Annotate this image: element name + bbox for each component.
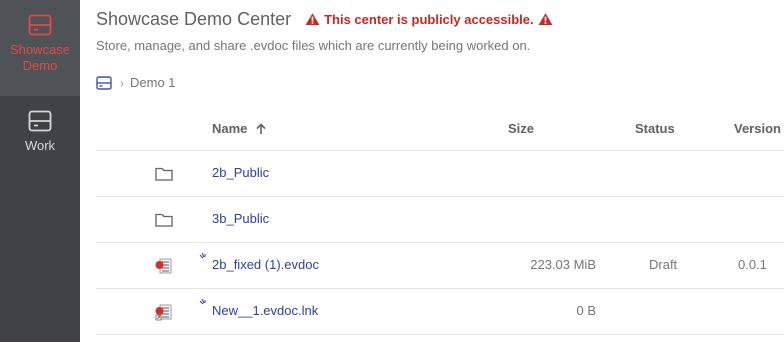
file-name-link[interactable]: New__1.evdoc.lnk	[212, 303, 318, 318]
breadcrumb: › Demo 1	[96, 75, 176, 90]
evdoc-file-icon	[155, 258, 172, 274]
column-header-name[interactable]: Name	[212, 121, 267, 136]
column-header-size[interactable]: Size	[508, 121, 534, 136]
file-name-link[interactable]: 2b_fixed (1).evdoc	[212, 257, 319, 272]
table-row[interactable]: New__1.evdoc.lnk 0 B	[96, 289, 784, 335]
folder-icon	[155, 213, 173, 227]
file-name-link[interactable]: 3b_Public	[212, 211, 269, 226]
sidebar-item-label: Work	[24, 138, 56, 153]
sync-spinner-icon	[199, 252, 206, 259]
arrow-up-icon	[256, 122, 266, 134]
sidebar: Showcase Demo Work	[0, 0, 80, 342]
server-icon	[0, 0, 80, 36]
chevron-right-icon: ›	[120, 75, 124, 90]
server-icon	[0, 100, 80, 132]
column-header-status[interactable]: Status	[635, 121, 675, 136]
file-size: 223.03 MiB	[530, 257, 596, 272]
file-name-link[interactable]: 2b_Public	[212, 165, 269, 180]
page-title: Showcase Demo Center	[96, 8, 292, 29]
sidebar-item-showcase-demo[interactable]: Showcase Demo	[0, 0, 80, 96]
column-header-version[interactable]: Version	[734, 121, 781, 136]
evdoc-link-icon	[155, 304, 172, 321]
page-header: Showcase Demo Center This center is publ…	[96, 8, 784, 53]
file-size: 0 B	[576, 303, 596, 318]
folder-icon	[155, 167, 173, 181]
public-warning: This center is publicly accessible.	[301, 12, 557, 27]
server-icon[interactable]	[96, 75, 112, 90]
title-row: Showcase Demo Center This center is publ…	[96, 8, 784, 30]
table-header: Name Size Status Version	[96, 106, 784, 151]
sidebar-item-work[interactable]: Work	[0, 100, 80, 180]
file-status: Draft	[649, 257, 678, 272]
sync-spinner-icon	[199, 298, 206, 305]
breadcrumb-current: Demo 1	[130, 75, 176, 90]
sidebar-item-label: Showcase Demo	[10, 42, 70, 73]
table-row[interactable]: 2b_fixed (1).evdoc 223.03 MiB Draft 0.0.…	[96, 243, 784, 289]
column-header-label: Name	[212, 121, 248, 136]
file-table: Name Size Status Version 2b_Public 3b_Pu…	[96, 106, 784, 335]
warning-icon	[538, 13, 553, 25]
warning-text: This center is publicly accessible.	[324, 11, 534, 27]
table-row[interactable]: 3b_Public	[96, 197, 784, 243]
page-subtitle: Store, manage, and share .evdoc files wh…	[96, 38, 531, 53]
warning-icon	[305, 13, 320, 25]
file-version: 0.0.1	[738, 257, 767, 272]
table-row[interactable]: 2b_Public	[96, 151, 784, 197]
